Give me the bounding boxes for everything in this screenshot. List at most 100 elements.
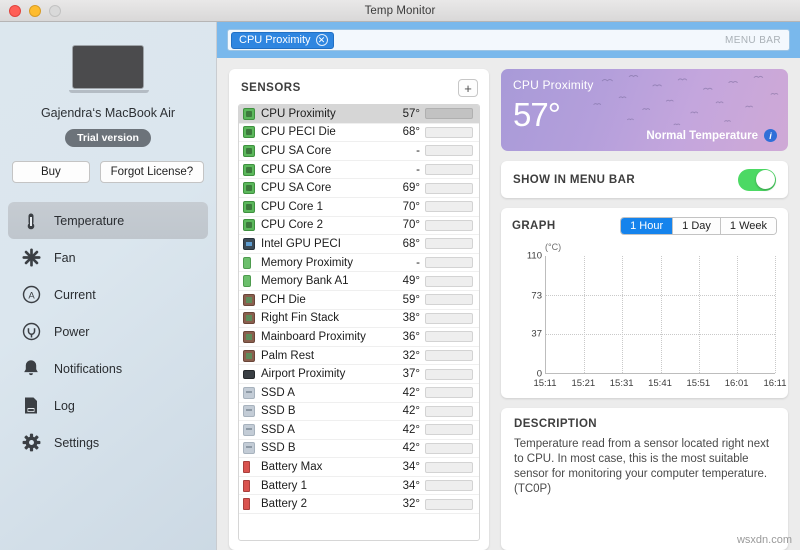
sensor-row[interactable]: SSD A 42° xyxy=(239,384,479,403)
sensor-value: 42° xyxy=(402,423,420,436)
sensor-bar xyxy=(425,480,473,492)
sensor-row[interactable]: CPU SA Core 69° xyxy=(239,179,479,198)
sensors-title: SENSORS xyxy=(241,82,301,94)
sensor-value: 42° xyxy=(402,386,420,399)
sensor-name: CPU SA Core xyxy=(261,163,332,176)
sensor-bar xyxy=(425,238,473,250)
sensor-row[interactable]: CPU Core 2 70° xyxy=(239,217,479,236)
sensor-name: SSD B xyxy=(261,405,296,418)
thermometer-icon xyxy=(20,210,42,232)
sensor-name: Intel GPU PECI xyxy=(261,237,341,250)
forgot-license-button[interactable]: Forgot License? xyxy=(99,161,204,183)
sensor-row[interactable]: Right Fin Stack 38° xyxy=(239,310,479,329)
hero-card: CPU Proximity 57° Normal Temperature i xyxy=(501,69,788,151)
sensor-value: - xyxy=(416,256,420,269)
description-body: Temperature read from a sensor located r… xyxy=(514,438,770,495)
sensor-gpu-icon xyxy=(243,237,255,250)
sensor-value: 59° xyxy=(402,293,420,306)
title-bar: Temp Monitor xyxy=(0,0,800,22)
sensor-bar xyxy=(425,368,473,380)
sensor-row[interactable]: CPU SA Core - xyxy=(239,161,479,180)
sensor-name: Palm Rest xyxy=(261,349,315,362)
license-buttons: Buy Forgot License? xyxy=(12,161,204,183)
sidebar-item-log[interactable]: Log xyxy=(8,387,208,424)
graph-range-segmented-control[interactable]: 1 Hour 1 Day 1 Week xyxy=(620,217,777,235)
graph-x-tick: 16:11 xyxy=(763,378,787,389)
sensor-value: 70° xyxy=(402,219,420,232)
sensor-list[interactable]: CPU Proximity 57° CPU PECI Die 68° CPU SA Co… xyxy=(238,104,480,541)
sensor-row[interactable]: Mainboard Proximity 36° xyxy=(239,328,479,347)
sensor-bar xyxy=(425,164,473,176)
info-icon[interactable]: i xyxy=(764,129,777,142)
sensor-name: SSD A xyxy=(261,386,295,399)
sidebar-item-power[interactable]: Power xyxy=(8,313,208,350)
sensor-row[interactable]: CPU PECI Die 68° xyxy=(239,124,479,143)
graph-card: GRAPH 1 Hour 1 Day 1 Week (°C) 0 37 73 110 15… xyxy=(501,208,788,398)
graph-range-1-week[interactable]: 1 Week xyxy=(720,218,776,234)
sensor-value: 68° xyxy=(402,237,420,250)
sensor-bar xyxy=(425,461,473,473)
sensor-row[interactable]: SSD B 42° xyxy=(239,440,479,459)
sidebar-item-label: Power xyxy=(54,324,90,339)
sensor-name: CPU Core 1 xyxy=(261,200,323,213)
sensor-row[interactable]: Palm Rest 32° xyxy=(239,347,479,366)
sensor-batt-icon xyxy=(243,461,250,474)
sensor-row[interactable]: CPU Core 1 70° xyxy=(239,198,479,217)
sensor-row[interactable]: SSD B 42° xyxy=(239,403,479,422)
sensor-batt-icon xyxy=(243,498,250,511)
trial-badge: Trial version xyxy=(65,129,151,147)
sensor-value: 69° xyxy=(402,182,420,195)
sensor-name: CPU Core 2 xyxy=(261,219,323,232)
menubar-token-field[interactable]: CPU Proximity ✕ MENU BAR xyxy=(227,29,790,51)
sensor-value: 32° xyxy=(402,498,420,511)
sensor-row[interactable]: Memory Proximity - xyxy=(239,254,479,273)
close-circle-icon[interactable]: ✕ xyxy=(315,34,328,46)
sidebar-item-notifications[interactable]: Notifications xyxy=(8,350,208,387)
sensor-value: - xyxy=(416,144,420,157)
sensor-board-icon xyxy=(243,330,255,343)
sensor-bar xyxy=(425,498,473,510)
sensor-row[interactable]: Airport Proximity 37° xyxy=(239,365,479,384)
graph-title: GRAPH xyxy=(512,220,556,232)
sidebar-nav: Temperature Fan A Current Power Notifica… xyxy=(0,202,216,461)
show-in-menu-bar-card: SHOW IN MENU BAR xyxy=(501,161,788,198)
sensor-name: Mainboard Proximity xyxy=(261,330,366,343)
main-content: CPU Proximity ✕ MENU BAR SENSORS + CPU P… xyxy=(217,22,800,550)
sensor-cpu-icon xyxy=(243,126,255,139)
sensor-name: SSD B xyxy=(261,442,296,455)
menubar-strip: CPU Proximity ✕ MENU BAR xyxy=(217,22,800,58)
sidebar-item-current[interactable]: A Current xyxy=(8,276,208,313)
buy-button[interactable]: Buy xyxy=(12,161,90,183)
sensor-row[interactable]: Intel GPU PECI 68° xyxy=(239,235,479,254)
sensor-row[interactable]: Battery 1 34° xyxy=(239,477,479,496)
sensor-row[interactable]: CPU Proximity 57° xyxy=(239,105,479,124)
sensor-value: 42° xyxy=(402,405,420,418)
log-document-icon xyxy=(20,395,42,417)
panels: SENSORS + CPU Proximity 57° CPU PECI Die 68… xyxy=(217,58,800,550)
sensor-row[interactable]: CPU SA Core - xyxy=(239,142,479,161)
graph-range-1-hour[interactable]: 1 Hour xyxy=(621,218,674,234)
show-in-menu-bar-toggle[interactable] xyxy=(738,168,776,191)
sidebar-item-settings[interactable]: Settings xyxy=(8,424,208,461)
sensor-value: 38° xyxy=(402,312,420,325)
sensor-row[interactable]: SSD A 42° xyxy=(239,421,479,440)
sensor-ssd-icon xyxy=(243,442,255,455)
sidebar-item-fan[interactable]: Fan xyxy=(8,239,208,276)
sensor-name: CPU Proximity xyxy=(261,107,336,120)
graph-range-1-day[interactable]: 1 Day xyxy=(673,218,721,234)
plus-icon[interactable]: + xyxy=(458,79,478,97)
sidebar-item-label: Current xyxy=(54,287,96,302)
sensor-name: Right Fin Stack xyxy=(261,312,339,325)
sensor-row[interactable]: Battery Max 34° xyxy=(239,458,479,477)
sensor-row[interactable]: PCH Die 59° xyxy=(239,291,479,310)
sensors-header: SENSORS + xyxy=(238,78,480,104)
sensor-row[interactable]: Memory Bank A1 49° xyxy=(239,272,479,291)
graph-plot xyxy=(545,256,776,374)
sensor-bar xyxy=(425,126,473,138)
sidebar-item-temperature[interactable]: Temperature xyxy=(8,202,208,239)
sensor-row[interactable]: Battery 2 32° xyxy=(239,495,479,515)
sensor-bar xyxy=(425,350,473,362)
bell-icon xyxy=(20,358,42,380)
sensor-token[interactable]: CPU Proximity ✕ xyxy=(231,31,334,49)
sensor-ssd-icon xyxy=(243,405,255,418)
